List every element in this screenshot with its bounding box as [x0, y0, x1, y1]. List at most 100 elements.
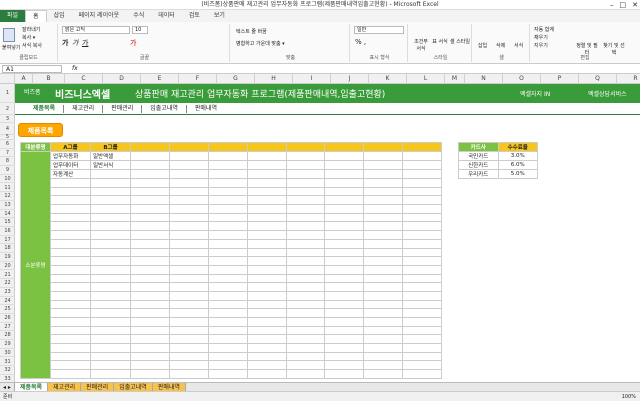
table-cell[interactable] [402, 290, 442, 301]
table-cell[interactable] [50, 247, 91, 258]
table-cell[interactable] [363, 230, 404, 240]
column-header[interactable]: K [369, 74, 407, 84]
table-cell[interactable] [246, 151, 287, 161]
table-cell[interactable] [168, 178, 209, 188]
table-cell[interactable] [363, 351, 404, 362]
table-cell[interactable] [246, 169, 287, 179]
table-cell[interactable] [285, 317, 326, 327]
table-cell[interactable] [130, 169, 170, 179]
row-header[interactable]: 15 [0, 218, 15, 227]
table-cell[interactable] [90, 282, 131, 292]
table-cell[interactable] [324, 247, 365, 258]
table-cell[interactable] [207, 325, 248, 336]
table-cell[interactable] [285, 221, 326, 232]
row-header[interactable]: 20 [0, 262, 15, 271]
table-cell[interactable] [50, 317, 91, 327]
row-header[interactable]: 1 [0, 84, 15, 103]
row-header[interactable]: 32 [0, 366, 15, 375]
table-cell[interactable] [402, 369, 442, 379]
table-cell[interactable] [402, 264, 442, 275]
table-cell[interactable] [50, 178, 91, 188]
table-cell[interactable] [207, 290, 248, 301]
row-header[interactable]: 24 [0, 297, 15, 306]
table-cell[interactable] [90, 325, 131, 336]
tab-home[interactable]: 홈 [25, 9, 47, 23]
table-cell[interactable]: 일반서식 [90, 160, 131, 170]
table-cell[interactable] [50, 282, 91, 292]
table-cell[interactable] [285, 369, 326, 379]
table-cell[interactable] [90, 360, 131, 371]
delete-cells-button[interactable]: 삭제 [496, 42, 505, 49]
table-cell[interactable] [168, 151, 209, 161]
table-cell[interactable] [246, 290, 287, 301]
row-header[interactable]: 8 [0, 157, 15, 167]
table-cell[interactable] [50, 343, 91, 353]
table-cell[interactable] [402, 334, 442, 345]
table-cell[interactable] [246, 282, 287, 292]
table-cell[interactable] [50, 369, 91, 379]
table-cell[interactable] [168, 204, 209, 214]
table-cell[interactable] [50, 195, 91, 206]
table-cell[interactable] [168, 334, 209, 345]
table-cell[interactable] [130, 369, 170, 379]
table-cell[interactable] [90, 204, 131, 214]
table-cell[interactable] [363, 204, 404, 214]
table-cell[interactable] [130, 282, 170, 292]
table-cell[interactable] [90, 238, 131, 249]
column-header[interactable]: G [217, 74, 255, 84]
table-cell[interactable] [402, 212, 442, 223]
table-cell[interactable] [402, 204, 442, 214]
table-cell[interactable] [207, 212, 248, 223]
table-cell[interactable] [207, 317, 248, 327]
table-cell[interactable] [207, 221, 248, 232]
table-cell[interactable] [168, 264, 209, 275]
table-cell[interactable] [168, 343, 209, 353]
table-cell[interactable] [285, 299, 326, 310]
table-cell[interactable] [402, 308, 442, 318]
tab-file[interactable]: 파일 [0, 10, 26, 22]
tab-view[interactable]: 보기 [207, 10, 232, 22]
table-cell[interactable] [285, 160, 326, 170]
table-cell[interactable] [50, 351, 91, 362]
table-cell[interactable] [90, 264, 131, 275]
table-cell[interactable] [168, 256, 209, 266]
table-cell[interactable] [168, 290, 209, 301]
table-cell[interactable] [168, 160, 209, 170]
card-rate[interactable]: 6.0% [497, 160, 538, 170]
table-cell[interactable] [130, 178, 170, 188]
row-header[interactable]: 7 [0, 149, 15, 158]
table-cell[interactable] [168, 221, 209, 232]
table-cell[interactable] [246, 325, 287, 336]
table-cell[interactable] [168, 169, 209, 179]
table-cell[interactable] [130, 151, 170, 161]
table-cell[interactable] [324, 230, 365, 240]
table-cell[interactable] [402, 282, 442, 292]
row-header[interactable]: 26 [0, 314, 15, 323]
column-header[interactable]: M [445, 74, 465, 84]
table-cell[interactable] [90, 247, 131, 258]
table-cell[interactable] [285, 256, 326, 266]
table-cell[interactable] [363, 238, 404, 249]
table-cell[interactable] [130, 204, 170, 214]
table-cell[interactable] [246, 230, 287, 240]
card-rate[interactable]: 3.0% [497, 151, 538, 161]
table-cell[interactable] [363, 299, 404, 310]
table-cell[interactable] [207, 334, 248, 345]
table-cell[interactable] [130, 325, 170, 336]
row-header[interactable]: 30 [0, 349, 15, 358]
table-cell[interactable] [168, 369, 209, 379]
column-header[interactable]: P [541, 74, 579, 84]
table-cell[interactable] [324, 317, 365, 327]
row-header[interactable]: 21 [0, 271, 15, 280]
table-cell[interactable] [90, 351, 131, 362]
table-cell[interactable] [130, 186, 170, 197]
table-cell[interactable] [207, 195, 248, 206]
table-cell[interactable] [50, 360, 91, 371]
table-cell[interactable] [324, 325, 365, 336]
table-cell[interactable] [285, 308, 326, 318]
name-box[interactable]: A1 [2, 65, 62, 73]
row-header[interactable]: 25 [0, 305, 15, 314]
table-cell[interactable] [363, 195, 404, 206]
table-cell[interactable] [363, 151, 404, 161]
table-cell[interactable] [246, 238, 287, 249]
